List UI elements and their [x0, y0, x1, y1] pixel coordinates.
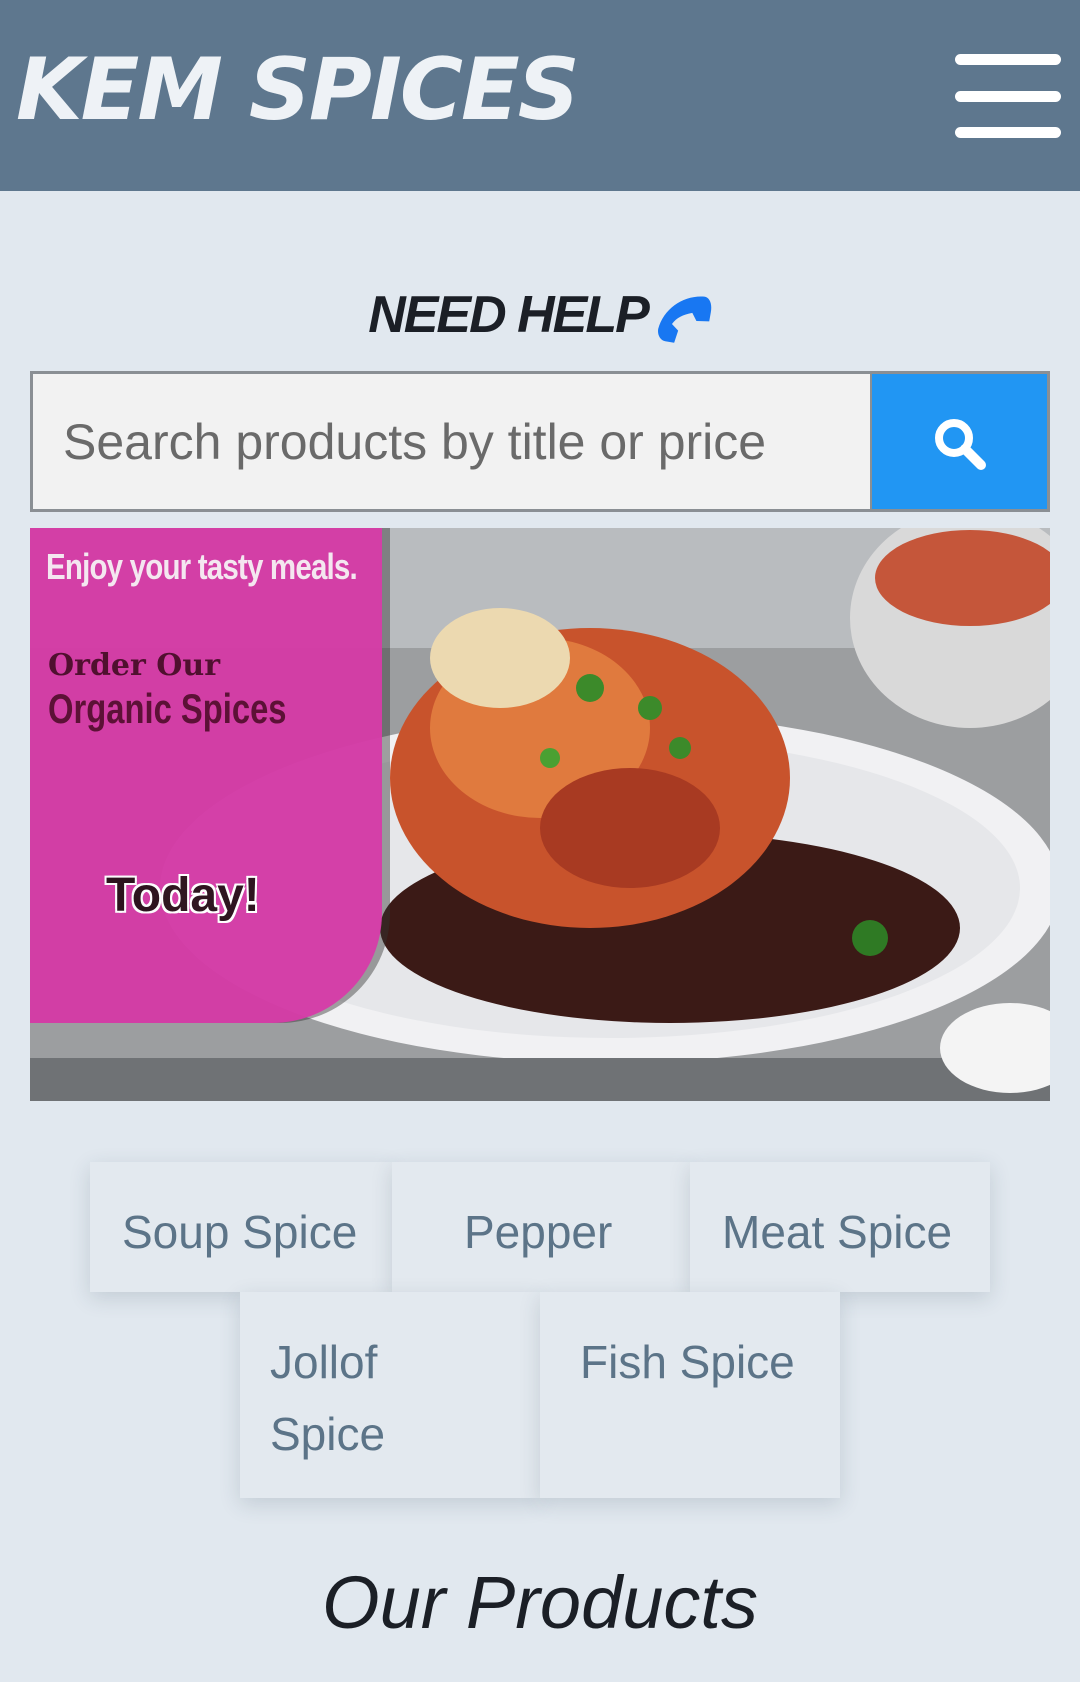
search-icon — [935, 419, 986, 470]
banner-organic-text: Organic Spices — [48, 685, 287, 732]
banner-promo-panel: Enjoy your tasty meals. Order Our Organi… — [30, 528, 382, 1023]
phone-icon — [657, 296, 712, 344]
banner-order-text: Order Our — [48, 648, 221, 683]
category-jollof-spice[interactable]: Jollof Spice — [240, 1292, 540, 1498]
search-bar — [30, 371, 1050, 512]
top-navbar: KEM SPICES — [0, 0, 1080, 191]
search-input[interactable] — [30, 371, 870, 512]
our-products-heading: Our Products — [322, 1561, 758, 1644]
category-soup-spice[interactable]: Soup Spice — [90, 1162, 392, 1292]
banner-tagline: Enjoy your tasty meals. — [46, 546, 358, 587]
need-help-link[interactable]: NEED HELP — [0, 280, 1080, 350]
category-meat-spice[interactable]: Meat Spice — [690, 1162, 990, 1292]
brand-logo-text[interactable]: KEM SPICES — [16, 30, 580, 150]
menu-bar-line — [955, 54, 1061, 65]
banner-today-text: Today! — [106, 869, 260, 922]
menu-bar-line — [955, 127, 1061, 138]
category-pepper[interactable]: Pepper — [392, 1162, 690, 1292]
search-button[interactable] — [870, 371, 1050, 512]
menu-bar-line — [955, 91, 1061, 102]
need-help-label: NEED HELP — [368, 286, 650, 344]
category-fish-spice[interactable]: Fish Spice — [540, 1292, 840, 1498]
promo-banner[interactable]: Enjoy your tasty meals. Order Our Organi… — [30, 528, 1050, 1101]
hamburger-menu-icon[interactable] — [955, 54, 1061, 138]
